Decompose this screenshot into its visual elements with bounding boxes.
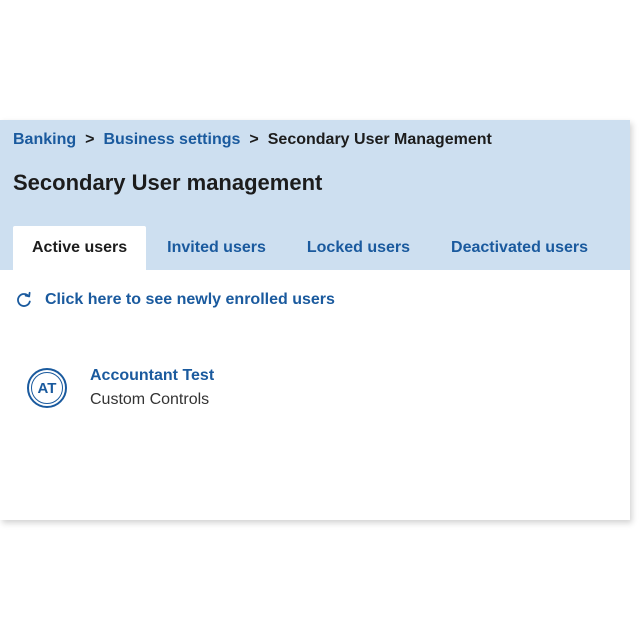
tab-label: Invited users [167, 239, 266, 256]
breadcrumb-current: Secondary User Management [267, 131, 492, 148]
list-item: AT Accountant Test Custom Controls [27, 365, 214, 411]
tab-invited-users[interactable]: Invited users [167, 226, 266, 270]
tab-locked-users[interactable]: Locked users [307, 226, 410, 270]
page-header: Banking > Business settings > Secondary User… [0, 120, 630, 270]
avatar-initials: AT [37, 379, 57, 397]
refresh-icon [15, 291, 33, 309]
user-role: Custom Controls [90, 391, 210, 408]
newly-enrolled-users-link[interactable]: Click here to see newly enrolled users [15, 291, 335, 309]
user-tabs: Active users Invited users Locked users … [13, 226, 588, 270]
tab-deactivated-users[interactable]: Deactivated users [451, 226, 588, 270]
breadcrumb-link-business-settings[interactable]: Business settings [103, 131, 240, 148]
refresh-link-label: Click here to see newly enrolled users [45, 291, 335, 308]
breadcrumb: Banking > Business settings > Secondary User… [13, 131, 492, 149]
user-name-link[interactable]: Accountant Test [90, 365, 214, 387]
breadcrumb-separator: > [249, 131, 259, 148]
avatar: AT [27, 368, 67, 408]
user-info: Accountant Test Custom Controls [90, 365, 214, 411]
tab-label: Locked users [306, 239, 411, 256]
page-title: Secondary User management [13, 170, 323, 195]
breadcrumb-link-banking[interactable]: Banking [13, 131, 76, 148]
breadcrumb-separator: > [85, 131, 95, 148]
tab-active-users[interactable]: Active users [13, 226, 147, 270]
tab-label: Deactivated users [451, 239, 588, 256]
user-management-panel: Banking > Business settings > Secondary User… [0, 120, 630, 520]
tab-label: Active users [32, 239, 128, 256]
